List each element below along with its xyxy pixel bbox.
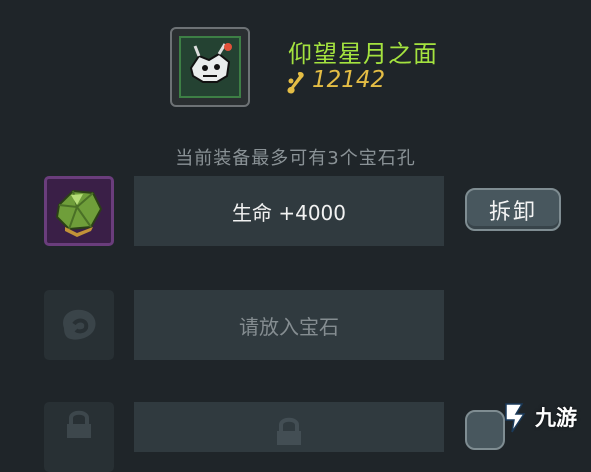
equipped-item-frame[interactable] xyxy=(170,27,250,107)
empty-gem-placeholder-icon xyxy=(63,309,96,340)
gem-slot-empty[interactable] xyxy=(44,290,114,360)
socket-capacity-info: 当前装备最多可有3个宝石孔 xyxy=(175,148,416,169)
item-name: 仰望星月之面 xyxy=(288,40,438,68)
gem-slot-bar-2[interactable]: 请放入宝石 xyxy=(134,290,444,360)
gem-slot-bar-1[interactable]: 生命 +4000 xyxy=(134,176,444,246)
insert-gem-hint: 请放入宝石 xyxy=(239,314,339,339)
slot-action-button xyxy=(465,410,505,450)
lock-icon xyxy=(277,417,301,445)
mask-helmet-icon xyxy=(179,36,241,98)
watermark: 九游 xyxy=(500,400,577,434)
nine-game-logo-icon xyxy=(505,403,526,433)
gem-slot-locked xyxy=(44,402,114,472)
gem-slot-filled[interactable] xyxy=(44,176,114,246)
remove-gem-button[interactable]: 拆卸 xyxy=(465,188,561,231)
item-price: 12142 xyxy=(312,67,386,93)
green-gem-icon xyxy=(55,189,103,237)
gold-bone-icon xyxy=(285,70,307,100)
gem-stat-label: 生命 +4000 xyxy=(231,200,346,225)
lock-icon xyxy=(67,410,91,438)
watermark-text: 九游 xyxy=(535,406,577,430)
gem-slot-bar-3 xyxy=(134,402,444,452)
